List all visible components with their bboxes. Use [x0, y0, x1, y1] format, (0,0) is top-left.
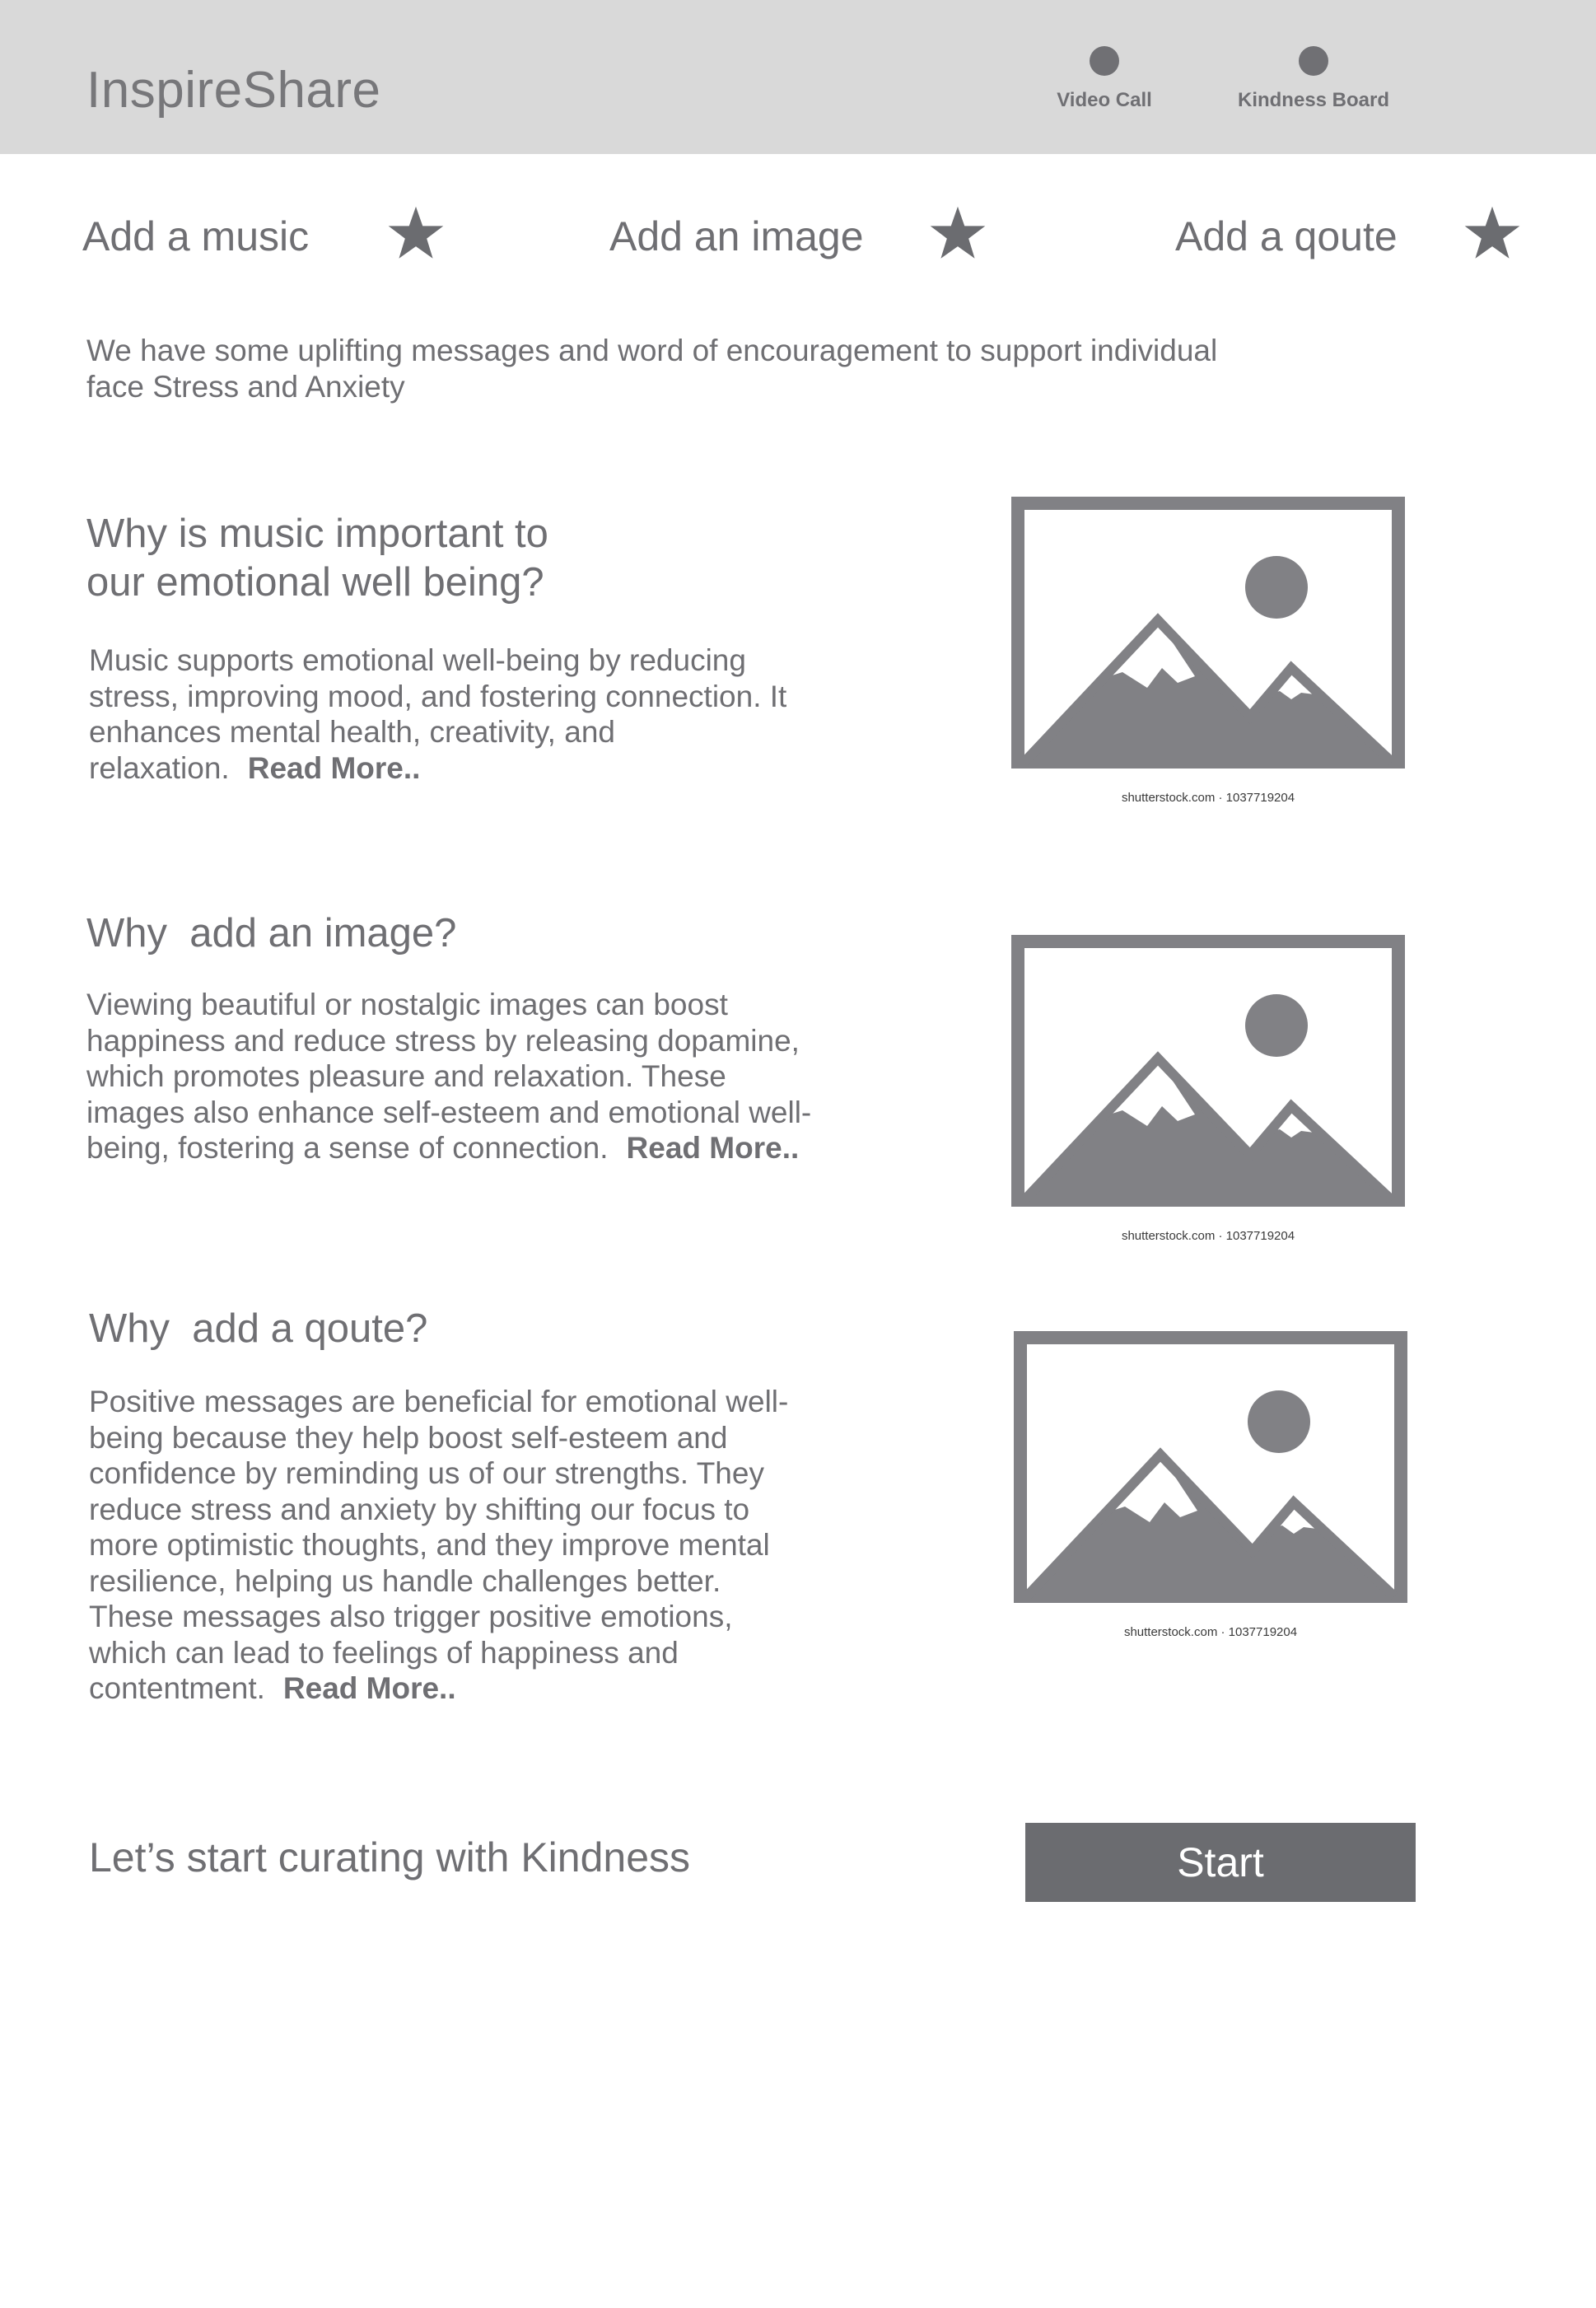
app-logo[interactable]: InspireShare	[86, 61, 381, 119]
add-quote-button[interactable]: Add a qoute	[1175, 204, 1529, 262]
read-more-link[interactable]: Read More..	[283, 1671, 456, 1705]
action-label: Add a music	[82, 213, 310, 259]
read-more-link[interactable]: Read More..	[627, 1131, 800, 1165]
image-placeholder-icon	[1011, 497, 1405, 769]
dot-icon	[1090, 46, 1119, 76]
image-caption: shutterstock.com · 1037719204	[1121, 1229, 1295, 1243]
nav-kindness-board[interactable]: Kindness Board	[1223, 43, 1404, 112]
intro-text: We have some uplifting messages and word…	[86, 334, 1218, 404]
section-body-image: Viewing beautiful or nostalgic images ca…	[86, 987, 828, 1166]
image-caption: shutterstock.com · 1037719204	[1121, 791, 1295, 805]
add-music-button[interactable]: Add a music	[82, 204, 453, 262]
image-placeholder-icon	[1014, 1331, 1407, 1603]
image-caption: shutterstock.com · 1037719204	[1123, 1625, 1298, 1639]
add-image-button[interactable]: Add an image	[609, 204, 996, 262]
dot-icon	[1299, 46, 1328, 76]
section-title-quote: Why add a qoute?	[89, 1306, 428, 1351]
star-icon[interactable]	[1463, 204, 1521, 262]
read-more-link[interactable]: Read More..	[248, 751, 421, 785]
star-icon[interactable]	[929, 204, 987, 262]
section-text: Positive messages are beneficial for emo…	[89, 1385, 789, 1705]
section-text: Music supports emotional well-being by r…	[89, 643, 787, 785]
section-body-music: Music supports emotional well-being by r…	[89, 642, 830, 786]
header-bar: InspireShare Video Call Kindness Board	[0, 0, 1596, 154]
nav-label: Video Call	[1057, 89, 1152, 111]
action-label: Add a qoute	[1175, 213, 1398, 259]
cta-text: Let’s start curating with Kindness	[89, 1834, 691, 1881]
section-body-quote: Positive messages are beneficial for emo…	[89, 1384, 805, 1707]
action-label: Add an image	[609, 213, 864, 259]
section-title-image: Why add an image?	[86, 911, 457, 955]
start-button[interactable]: Start	[1025, 1823, 1416, 1902]
nav-video-call[interactable]: Video Call	[1014, 43, 1195, 112]
section-title-music: Why is music important to our emotional …	[86, 512, 548, 605]
image-placeholder-icon	[1011, 935, 1405, 1207]
star-icon[interactable]	[387, 204, 445, 262]
nav-label: Kindness Board	[1237, 89, 1390, 111]
